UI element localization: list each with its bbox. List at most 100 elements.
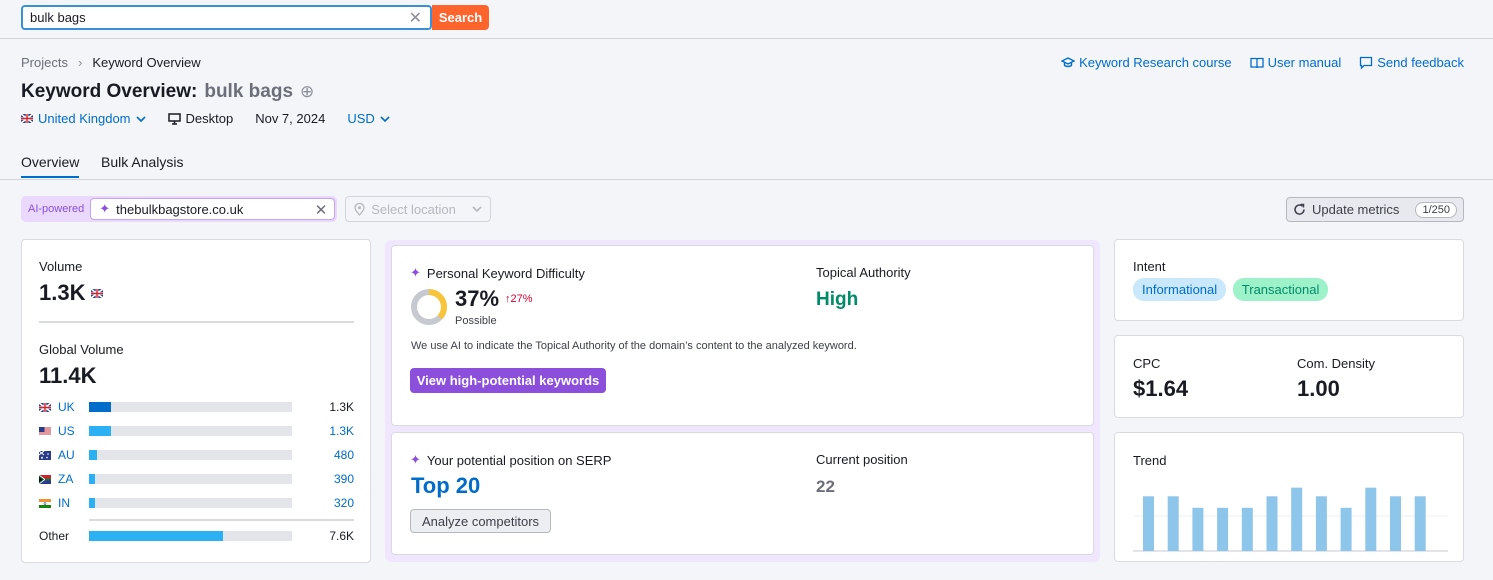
current-position-value: 22 xyxy=(816,477,835,496)
uk-flag-icon xyxy=(91,288,104,298)
difficulty-donut xyxy=(411,289,447,325)
add-to-list-icon[interactable]: ⊕ xyxy=(300,82,314,102)
trend-bar[interactable] xyxy=(1167,496,1179,551)
volume-share-bar xyxy=(89,402,292,412)
volume-label: Volume xyxy=(39,259,83,274)
country-volume: 1.3K xyxy=(329,424,354,438)
page-title-prefix: Keyword Overview: xyxy=(21,81,198,102)
volume-share-fill xyxy=(89,450,98,460)
clear-domain-icon[interactable]: ✕ xyxy=(315,201,328,219)
country-row-us[interactable]: US 1.3K xyxy=(39,423,354,439)
volume-share-fill xyxy=(89,531,223,541)
chevron-down-icon xyxy=(472,206,482,212)
volume-share-fill xyxy=(89,474,96,484)
intent-tags: Informational Transactional xyxy=(1133,278,1331,301)
keyword-research-course-link[interactable]: Keyword Research course xyxy=(1061,55,1232,70)
in-flag-icon xyxy=(39,498,51,508)
send-feedback-link[interactable]: Send feedback xyxy=(1359,55,1464,70)
trend-bar[interactable] xyxy=(1143,496,1154,551)
trend-bar[interactable] xyxy=(1266,496,1278,551)
page-title: Keyword Overview: bulk bags ⊕ xyxy=(21,81,314,103)
volume-value-group: 1.3K xyxy=(39,280,104,306)
page-title-keyword: bulk bags xyxy=(204,81,294,102)
topical-authority-note: We use AI to indicate the Topical Author… xyxy=(411,340,857,352)
cpc-label: CPC xyxy=(1133,356,1161,371)
domain-input[interactable]: ✦ thebulkbagstore.co.uk ✕ xyxy=(90,198,336,220)
pkd-change-value: 27% xyxy=(510,293,533,305)
trend-bar[interactable] xyxy=(1217,507,1229,551)
volume-share-bar xyxy=(89,498,292,508)
trend-bar[interactable] xyxy=(1340,507,1352,551)
trend-bar[interactable] xyxy=(1414,496,1426,551)
current-position-label: Current position xyxy=(816,452,908,467)
pkd-label: Personal Keyword Difficulty xyxy=(426,265,585,281)
density-label: Com. Density xyxy=(1297,356,1376,371)
book-icon xyxy=(1249,57,1264,68)
volume-share-bar xyxy=(89,450,292,460)
country-row-other: Other 7.6K xyxy=(39,528,354,544)
country-volume: 320 xyxy=(333,496,354,510)
search-box[interactable]: ✕ xyxy=(21,5,432,30)
trend-label: Trend xyxy=(1133,453,1167,468)
search-input[interactable] xyxy=(23,7,403,28)
breadcrumb: Projects › Keyword Overview xyxy=(21,55,201,70)
country-row-uk[interactable]: UK 1.3K xyxy=(39,399,354,415)
ai-powered-group: AI-powered ✦ thebulkbagstore.co.uk ✕ xyxy=(21,196,338,222)
country-row-au[interactable]: AU 480 xyxy=(39,447,354,463)
intent-card: Intent Informational Transactional xyxy=(1114,239,1464,321)
breadcrumb-projects[interactable]: Projects xyxy=(21,55,68,70)
trend-bar[interactable] xyxy=(1291,487,1303,551)
clear-icon[interactable]: ✕ xyxy=(409,8,422,28)
country-selector[interactable]: United Kingdom xyxy=(21,111,146,126)
country-label: United Kingdom xyxy=(38,111,131,126)
country-volume: 390 xyxy=(333,472,354,486)
analyze-competitors-button[interactable]: Analyze competitors xyxy=(410,509,551,533)
volume-share-fill xyxy=(89,426,112,436)
volume-share-fill xyxy=(89,402,112,412)
chevron-down-icon xyxy=(135,115,146,122)
other-volume: 7.6K xyxy=(329,529,354,543)
trend-bar[interactable] xyxy=(1390,496,1401,551)
chevron-right-icon: › xyxy=(77,55,83,70)
location-select[interactable]: Select location xyxy=(345,196,492,222)
tab-bar: Overview Bulk Analysis xyxy=(0,150,1493,180)
date-label[interactable]: Nov 7, 2024 xyxy=(255,111,325,126)
topical-authority-label: Topical Authority xyxy=(816,265,911,280)
tab-overview[interactable]: Overview xyxy=(21,154,80,178)
cpc-density-card: CPC $1.64 Com. Density 1.00 xyxy=(1114,335,1464,418)
location-placeholder: Select location xyxy=(371,201,456,217)
pkd-value-group: 37% ↑27% xyxy=(455,286,533,312)
country-row-in[interactable]: IN 320 xyxy=(39,495,354,511)
user-manual-link[interactable]: User manual xyxy=(1249,55,1341,70)
keyword-research-course-label: Keyword Research course xyxy=(1079,55,1232,70)
trend-chart xyxy=(1133,487,1448,552)
intent-tag-informational: Informational xyxy=(1133,278,1227,301)
update-metrics-button[interactable]: Update metrics 1/250 xyxy=(1286,197,1464,222)
volume-share-bar xyxy=(89,531,292,541)
trend-card: Trend xyxy=(1114,432,1464,562)
ai-filter-row: AI-powered ✦ thebulkbagstore.co.uk ✕ Sel… xyxy=(21,196,492,222)
help-links: Keyword Research course User manual Send… xyxy=(1061,55,1464,70)
view-high-potential-keywords-button[interactable]: View high-potential keywords xyxy=(410,368,606,393)
uk-flag-icon xyxy=(39,402,51,412)
currency-selector[interactable]: USD xyxy=(347,111,390,126)
chat-bubble-icon xyxy=(1360,56,1373,70)
country-row-za[interactable]: ZA 390 xyxy=(39,471,354,487)
breadcrumb-current: Keyword Overview xyxy=(92,55,201,70)
trend-bar[interactable] xyxy=(1315,496,1327,551)
serp-position-card: ✦ Your potential position on SERP Top 20… xyxy=(391,432,1094,555)
au-flag-icon xyxy=(39,450,51,460)
trend-bar[interactable] xyxy=(1192,507,1204,551)
update-metrics-label: Update metrics xyxy=(1312,202,1400,217)
tab-bulk-analysis[interactable]: Bulk Analysis xyxy=(101,154,183,170)
sparkle-icon: ✦ xyxy=(410,452,421,467)
divider xyxy=(39,321,354,323)
volume-card: Volume 1.3K Global Volume 11.4K UK 1.3K … xyxy=(21,239,371,563)
refresh-icon xyxy=(1294,203,1305,215)
trend-bar[interactable] xyxy=(1365,487,1377,551)
desktop-icon xyxy=(167,112,181,125)
search-button[interactable]: Search xyxy=(432,5,489,30)
serp-value: Top 20 xyxy=(411,473,481,498)
trend-bar[interactable] xyxy=(1241,507,1253,551)
update-metrics-count: 1/250 xyxy=(1415,201,1457,218)
